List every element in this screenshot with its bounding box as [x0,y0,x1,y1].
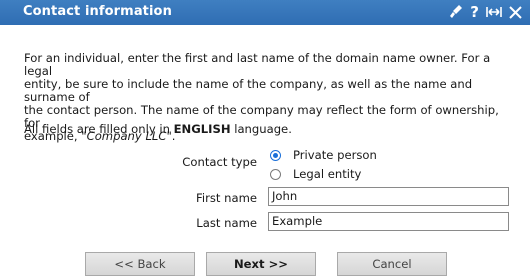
language-note-bold: ENGLISH [173,122,231,136]
radio-button-legal[interactable] [270,168,281,180]
next-button[interactable]: Next >> [206,252,316,276]
first-name-label: First name [196,191,257,205]
radio-label-private[interactable]: Private person [293,148,377,162]
help-icon[interactable]: ? [470,2,479,22]
expand-icon[interactable] [486,4,502,20]
cancel-button[interactable]: Cancel [337,252,447,276]
language-note-text: All fields are filled only in [24,122,174,136]
back-button[interactable]: << Back [85,252,195,276]
last-name-label: Last name [196,216,257,230]
description-line: For an individual, enter the first and l… [24,51,491,78]
radio-legal-entity[interactable]: Legal entity [270,167,361,181]
description-line: entity, be sure to include the name of t… [24,77,473,104]
first-name-field[interactable]: John [268,187,509,206]
contact-type-label: Contact type [182,155,257,169]
dialog-title: Contact information [23,4,172,19]
titlebar-icons: ? [449,2,522,22]
radio-private-person[interactable]: Private person [270,148,377,162]
language-note-text: language. [230,122,292,136]
dialog-titlebar: Contact information ? [0,0,530,25]
close-icon[interactable] [509,5,522,19]
language-note: All fields are filled only in ENGLISH la… [24,122,292,136]
brush-icon[interactable] [449,4,463,20]
radio-label-legal[interactable]: Legal entity [293,167,361,181]
radio-button-private[interactable] [270,149,281,161]
last-name-field[interactable]: Example [268,212,509,231]
